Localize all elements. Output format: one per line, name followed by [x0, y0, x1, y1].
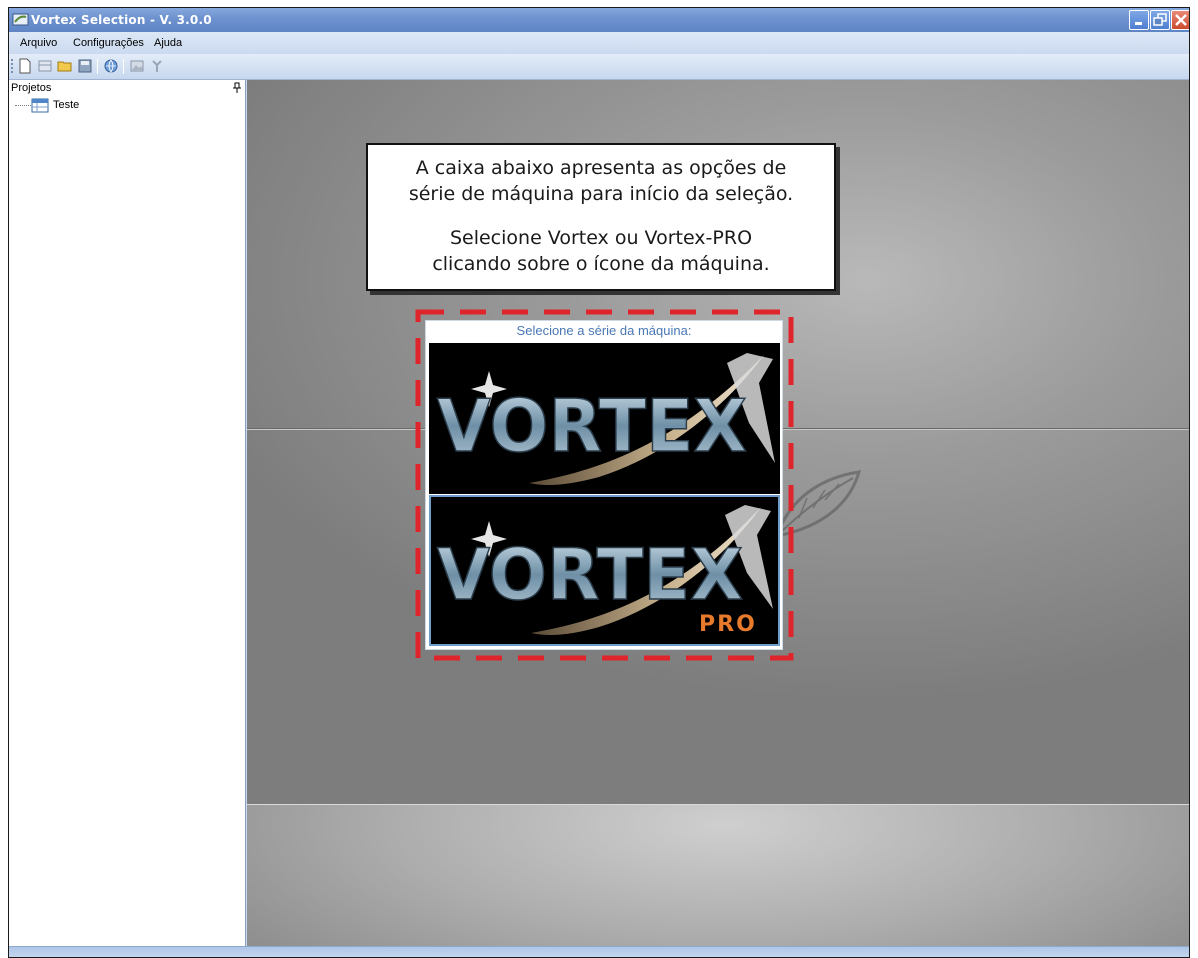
workspace-bottom-band: [247, 804, 1189, 946]
pro-badge: PRO: [699, 612, 757, 637]
vortex-logo-text: VORTEX: [437, 384, 747, 468]
minimize-button[interactable]: [1129, 10, 1149, 30]
new-document-icon: [19, 58, 31, 74]
restore-icon: [1153, 13, 1167, 26]
menu-arquivo[interactable]: Arquivo: [20, 37, 57, 49]
web-button[interactable]: [103, 58, 119, 74]
toolbar-separator: [97, 59, 98, 74]
image-button[interactable]: [129, 58, 145, 74]
menu-configuracoes[interactable]: Configurações: [73, 37, 144, 49]
vortex-option-button[interactable]: VORTEX: [429, 343, 780, 494]
new-item-button[interactable]: [37, 58, 53, 74]
save-button[interactable]: [77, 58, 93, 74]
callout-line: A caixa abaixo apresenta as opções de: [415, 157, 787, 179]
projects-header: Projetos: [9, 80, 245, 96]
tree-item-label: Teste: [53, 99, 80, 111]
project-table-icon: [31, 98, 49, 113]
vortex-logo: VORTEX: [429, 343, 780, 494]
vortex-pro-option-button[interactable]: VORTEX PRO: [429, 495, 780, 646]
tree-connector: [15, 105, 31, 106]
toolbar-separator: [123, 59, 124, 74]
projects-panel: Projetos Teste: [9, 80, 246, 946]
new-item-icon: [38, 60, 52, 72]
settings-icon: [152, 60, 162, 72]
open-folder-icon: [57, 61, 72, 72]
restore-button[interactable]: [1150, 10, 1170, 30]
instruction-callout: A caixa abaixo apresenta as opções de sé…: [366, 143, 836, 291]
app-icon: [12, 11, 29, 28]
window-title: Vortex Selection - V. 3.0.0: [31, 13, 212, 27]
callout-line: clicando sobre o ícone da máquina.: [432, 253, 770, 275]
series-selector-title: Selecione a série da máquina:: [516, 323, 692, 338]
settings-button[interactable]: [149, 58, 165, 74]
menu-bar: Arquivo Configurações Ajuda: [9, 32, 1189, 54]
save-icon: [78, 59, 92, 73]
close-button[interactable]: [1171, 10, 1189, 30]
tree-item-teste[interactable]: Teste: [11, 98, 211, 114]
vortex-pro-logo-text: VORTEX: [437, 534, 743, 616]
title-bar[interactable]: Vortex Selection - V. 3.0.0: [9, 8, 1189, 32]
toolbar-grip[interactable]: [11, 59, 13, 73]
callout-line: série de máquina para início da seleção.: [408, 183, 794, 205]
callout-paragraph-1: A caixa abaixo apresenta as opções de sé…: [368, 155, 834, 207]
callout-paragraph-2: Selecione Vortex ou Vortex-PRO clicando …: [368, 225, 834, 277]
vortex-pro-logo: VORTEX PRO: [431, 497, 778, 644]
projects-title: Projetos: [11, 82, 52, 94]
close-icon: [1175, 14, 1187, 26]
menu-ajuda[interactable]: Ajuda: [154, 37, 182, 49]
open-button[interactable]: [57, 58, 73, 74]
image-icon: [130, 60, 144, 72]
globe-icon: [104, 59, 118, 73]
series-selector: Selecione a série da máquina: VORTEX VOR…: [425, 320, 783, 650]
callout-line: Selecione Vortex ou Vortex-PRO: [449, 227, 753, 249]
status-bar: [9, 946, 1189, 957]
toolbar: [9, 54, 1189, 80]
pin-icon[interactable]: [232, 82, 242, 94]
minimize-icon: [1135, 22, 1142, 25]
new-document-button[interactable]: [17, 58, 33, 74]
